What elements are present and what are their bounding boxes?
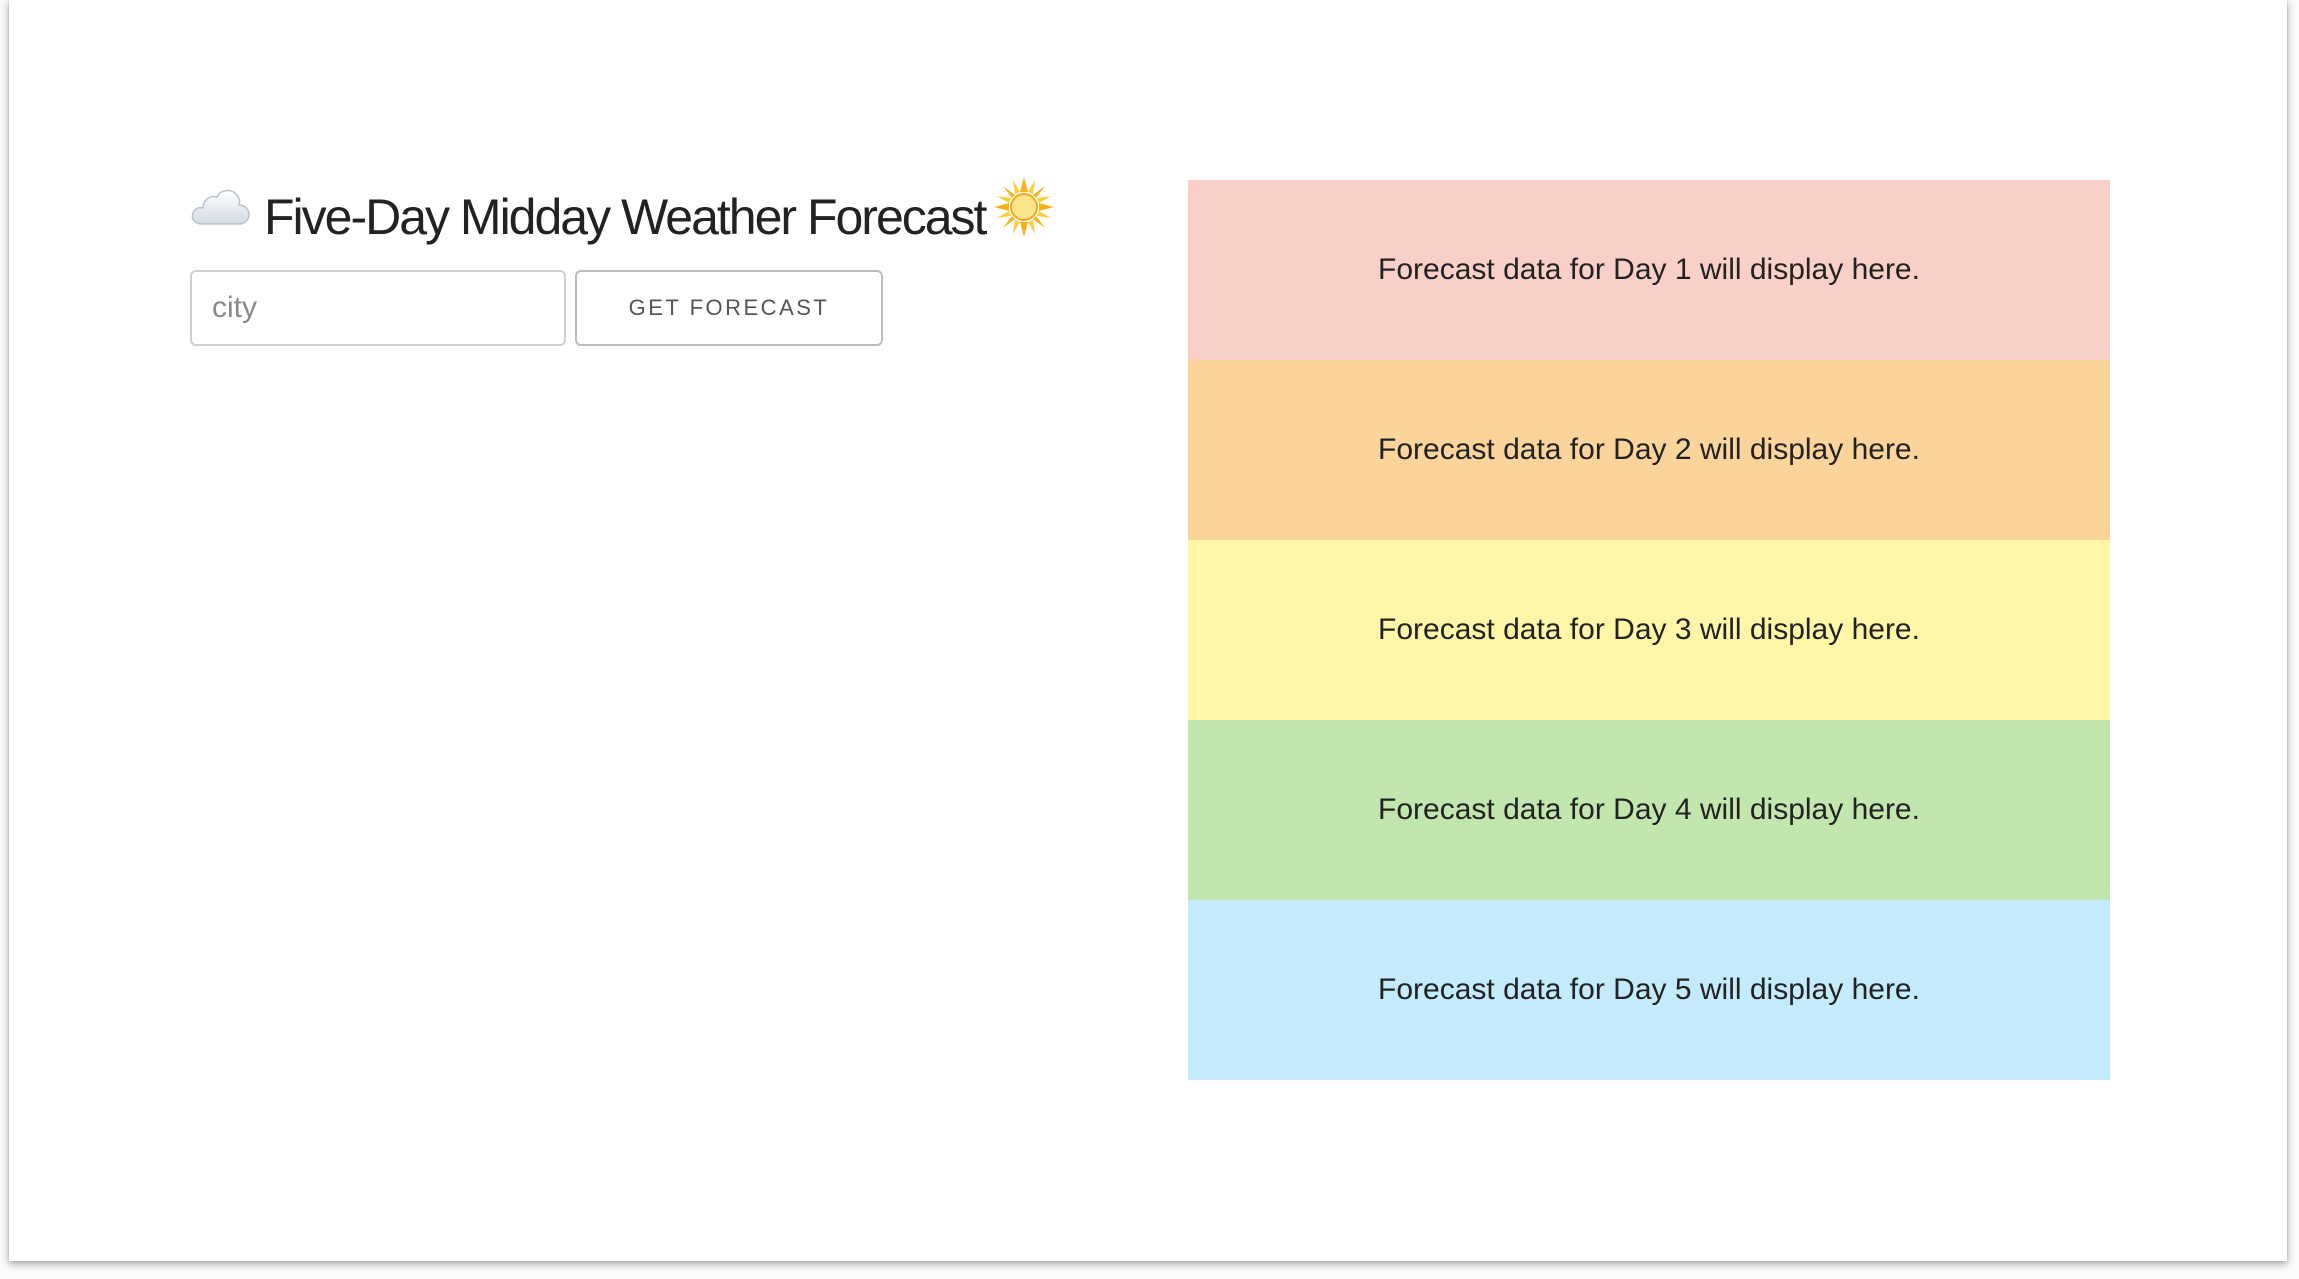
forecast-day-label: Forecast data for Day 2 will display her…: [1378, 433, 1920, 466]
forecast-day-1: Forecast data for Day 1 will display her…: [1188, 180, 2110, 360]
get-forecast-button[interactable]: GET FORECAST: [575, 270, 883, 346]
page: Five-Day Midday Weather Forecast city GE…: [9, 0, 2287, 1261]
forecast-day-5: Forecast data for Day 5 will display her…: [1188, 900, 2110, 1080]
title-text: Five-Day Midday Weather Forecast: [264, 189, 987, 245]
forecast-list: Forecast data for Day 1 will display her…: [1188, 180, 2110, 1080]
forecast-day-label: Forecast data for Day 5 will display her…: [1378, 973, 1920, 1006]
forecast-day-3: Forecast data for Day 3 will display her…: [1188, 540, 2110, 720]
forecast-day-label: Forecast data for Day 3 will display her…: [1378, 613, 1920, 646]
forecast-day-4: Forecast data for Day 4 will display her…: [1188, 720, 2110, 900]
page-title: Five-Day Midday Weather Forecast: [190, 176, 1150, 258]
city-input[interactable]: [190, 270, 566, 346]
cloud-icon: [190, 184, 252, 228]
search-panel: Five-Day Midday Weather Forecast city GE…: [190, 176, 1150, 346]
forecast-day-2: Forecast data for Day 2 will display her…: [1188, 360, 2110, 540]
forecast-day-label: Forecast data for Day 4 will display her…: [1378, 793, 1920, 826]
search-form: GET FORECAST: [190, 270, 1150, 346]
sun-icon: [993, 176, 1055, 238]
window-frame: Five-Day Midday Weather Forecast city GE…: [0, 0, 2299, 1279]
forecast-day-label: Forecast data for Day 1 will display her…: [1378, 253, 1920, 286]
